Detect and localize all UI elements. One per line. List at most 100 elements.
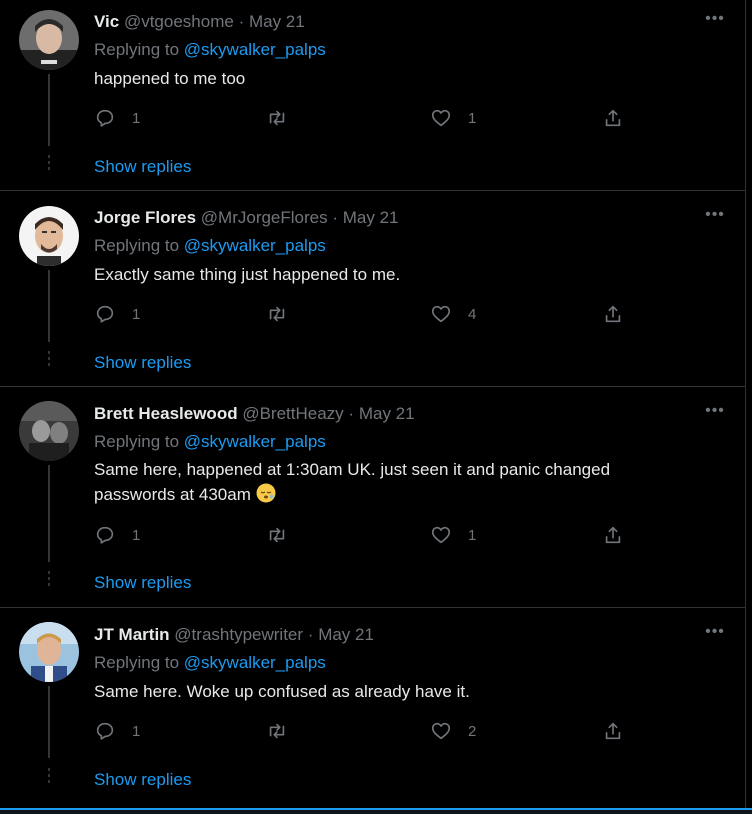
thread-line — [48, 270, 50, 342]
thread-line — [48, 686, 50, 758]
share-button[interactable] — [602, 523, 624, 547]
retweet-button[interactable] — [266, 523, 304, 547]
reply-button[interactable]: 1 — [94, 719, 140, 743]
heart-icon — [430, 720, 452, 742]
like-count: 1 — [468, 109, 477, 127]
thread-line — [48, 74, 50, 146]
action-bar: 1 1 — [94, 523, 634, 547]
reply-tweet[interactable]: Jorge Flores @MrJorgeFlores · May 21 •••… — [0, 191, 746, 387]
heart-icon — [430, 107, 452, 129]
share-icon — [602, 107, 624, 129]
tweet-date[interactable]: May 21 — [359, 404, 415, 423]
share-icon — [602, 303, 624, 325]
reply-button[interactable]: 1 — [94, 302, 140, 326]
retweet-button[interactable] — [266, 302, 304, 326]
share-button[interactable] — [602, 106, 624, 130]
reply-icon — [94, 524, 116, 546]
reply-icon — [94, 303, 116, 325]
bottom-edge — [0, 808, 752, 814]
like-button[interactable]: 1 — [430, 106, 476, 130]
show-replies-link[interactable]: Show replies — [94, 770, 191, 790]
mention-link[interactable]: @skywalker_palps — [184, 236, 326, 255]
replying-to-label: Replying to — [94, 432, 180, 451]
like-count: 4 — [468, 305, 477, 323]
like-button[interactable]: 4 — [430, 302, 476, 326]
share-icon — [602, 524, 624, 546]
replies-feed: Vic @vtgoeshome · May 21 ••• Replying to… — [0, 0, 746, 808]
tweet-header: Brett Heaslewood @BrettHeazy · May 21 — [94, 404, 415, 424]
replying-to-label: Replying to — [94, 236, 180, 255]
mention-link[interactable]: @skywalker_palps — [184, 432, 326, 451]
tweet-text: Same here. Woke up confused as already h… — [94, 682, 470, 701]
replying-to: Replying to @skywalker_palps — [94, 432, 326, 452]
tweet-header: Vic @vtgoeshome · May 21 — [94, 12, 305, 32]
tweet-date[interactable]: May 21 — [343, 208, 399, 227]
share-button[interactable] — [602, 302, 624, 326]
more-icon[interactable]: ••• — [704, 403, 726, 424]
show-replies-link[interactable]: Show replies — [94, 353, 191, 373]
separator-dot: · — [332, 208, 339, 227]
more-icon[interactable]: ••• — [704, 11, 726, 32]
heart-icon — [430, 524, 452, 546]
share-button[interactable] — [602, 719, 624, 743]
show-replies-link[interactable]: Show replies — [94, 573, 191, 593]
reply-button[interactable]: 1 — [94, 523, 140, 547]
reply-count: 1 — [132, 722, 141, 740]
like-count: 1 — [468, 526, 477, 544]
replying-to-label: Replying to — [94, 40, 180, 59]
reply-button[interactable]: 1 — [94, 106, 140, 130]
tweet-header: Jorge Flores @MrJorgeFlores · May 21 — [94, 208, 399, 228]
replying-to: Replying to @skywalker_palps — [94, 40, 326, 60]
sleeping-face-emoji — [256, 483, 276, 503]
replying-to: Replying to @skywalker_palps — [94, 236, 326, 256]
thread-dots — [47, 571, 51, 586]
author-name[interactable]: Jorge Flores — [94, 208, 196, 227]
author-handle[interactable]: @trashtypewriter — [174, 625, 303, 644]
retweet-icon — [266, 303, 288, 325]
author-name[interactable]: Brett Heaslewood — [94, 404, 238, 423]
avatar[interactable] — [19, 206, 79, 266]
thread-dots — [47, 351, 51, 366]
tweet-text: Same here, happened at 1:30am UK. just s… — [94, 457, 694, 507]
action-bar: 1 4 — [94, 302, 634, 326]
tweet-text-line: passwords at 430am — [94, 482, 694, 507]
mention-link[interactable]: @skywalker_palps — [184, 653, 326, 672]
more-icon[interactable]: ••• — [704, 624, 726, 645]
like-button[interactable]: 1 — [430, 523, 476, 547]
avatar[interactable] — [19, 401, 79, 461]
retweet-icon — [266, 524, 288, 546]
mention-link[interactable]: @skywalker_palps — [184, 40, 326, 59]
author-handle[interactable]: @BrettHeazy — [242, 404, 343, 423]
avatar[interactable] — [19, 10, 79, 70]
like-count: 2 — [468, 722, 477, 740]
author-handle[interactable]: @MrJorgeFlores — [201, 208, 328, 227]
like-button[interactable]: 2 — [430, 719, 476, 743]
replying-to-label: Replying to — [94, 653, 180, 672]
retweet-button[interactable] — [266, 719, 304, 743]
author-name[interactable]: Vic — [94, 12, 119, 31]
thread-dots — [47, 155, 51, 170]
author-handle[interactable]: @vtgoeshome — [124, 12, 234, 31]
reply-tweet[interactable]: Brett Heaslewood @BrettHeazy · May 21 ••… — [0, 387, 746, 608]
avatar[interactable] — [19, 622, 79, 682]
share-icon — [602, 720, 624, 742]
reply-icon — [94, 720, 116, 742]
reply-tweet[interactable]: JT Martin @trashtypewriter · May 21 ••• … — [0, 608, 746, 804]
tweet-header: JT Martin @trashtypewriter · May 21 — [94, 625, 374, 645]
reply-count: 1 — [132, 305, 141, 323]
reply-icon — [94, 107, 116, 129]
tweet-text: happened to me too — [94, 69, 246, 88]
author-name[interactable]: JT Martin — [94, 625, 170, 644]
retweet-button[interactable] — [266, 106, 304, 130]
tweet-date[interactable]: May 21 — [318, 625, 374, 644]
retweet-icon — [266, 720, 288, 742]
reply-count: 1 — [132, 109, 141, 127]
separator-dot: · — [238, 12, 245, 31]
show-replies-link[interactable]: Show replies — [94, 157, 191, 177]
reply-tweet[interactable]: Vic @vtgoeshome · May 21 ••• Replying to… — [0, 0, 746, 191]
replying-to: Replying to @skywalker_palps — [94, 653, 326, 673]
more-icon[interactable]: ••• — [704, 207, 726, 228]
tweet-date[interactable]: May 21 — [249, 12, 305, 31]
action-bar: 1 2 — [94, 719, 634, 743]
heart-icon — [430, 303, 452, 325]
